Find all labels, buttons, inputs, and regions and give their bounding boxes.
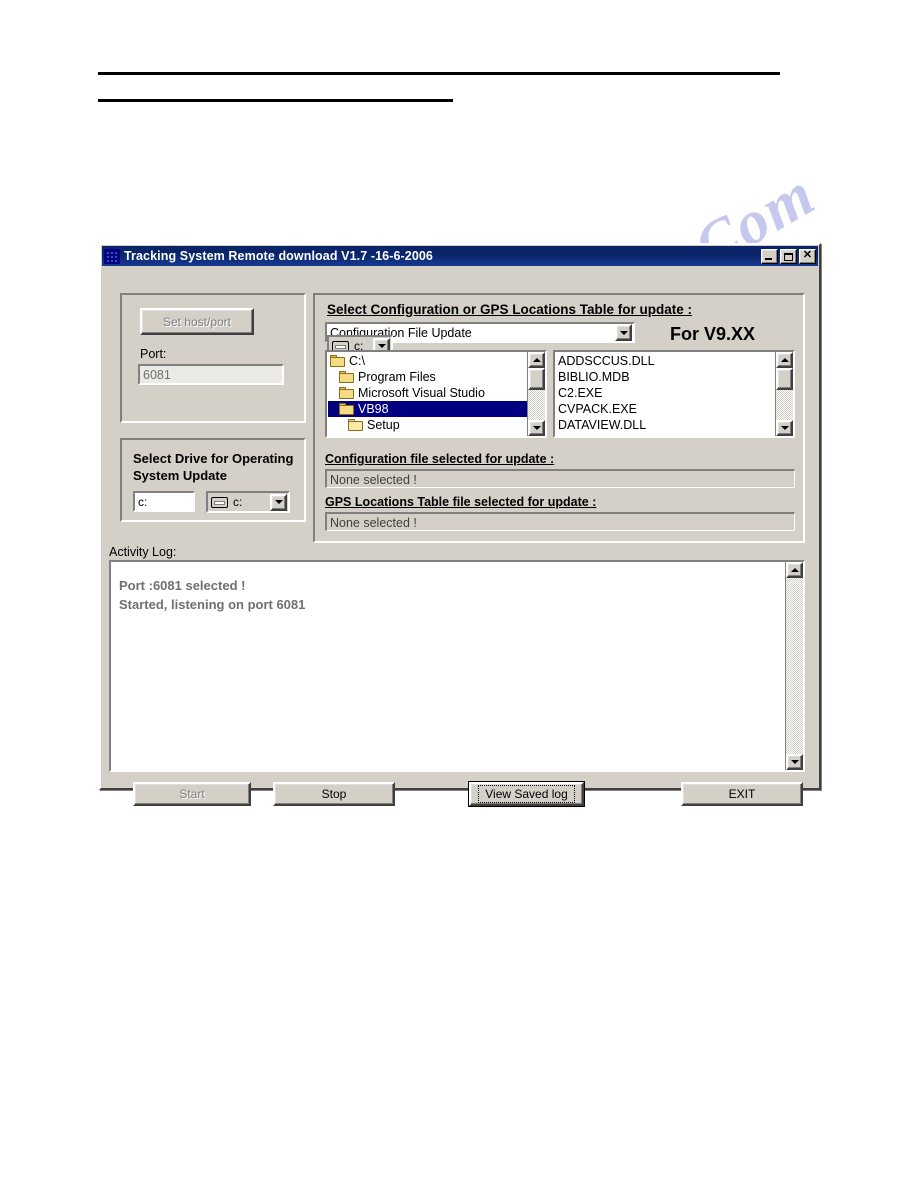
directory-list-item[interactable]: VB98 [328, 401, 527, 417]
folder-open-icon [330, 355, 346, 367]
activity-log-line: Port :6081 selected ! [119, 578, 246, 593]
window-title: Tracking System Remote download V1.7 -16… [124, 249, 433, 263]
directory-list-item[interactable]: Microsoft Visual Studio [328, 385, 527, 401]
scroll-up-icon[interactable] [528, 352, 545, 368]
drive-combo-value: c: [233, 495, 243, 509]
directory-list-item-label: Program Files [358, 370, 436, 384]
directory-list-item-label: Setup [367, 418, 400, 432]
minimize-icon[interactable] [761, 248, 778, 264]
port-label: Port: [140, 347, 167, 361]
directory-list-item[interactable]: Setup [328, 417, 527, 433]
config-selected-label: Configuration file selected for update : [325, 452, 555, 466]
scroll-down-icon[interactable] [786, 754, 803, 770]
file-list-item[interactable]: BIBLIO.MDB [556, 369, 775, 385]
gps-selected-label: GPS Locations Table file selected for up… [325, 495, 597, 509]
folder-open-icon [339, 403, 355, 415]
scroll-up-icon[interactable] [776, 352, 793, 368]
view-saved-log-label: View Saved log [478, 785, 575, 803]
window-client-area: Set host/port Port: 6081 Select Drive fo… [103, 268, 817, 807]
maximize-icon[interactable] [780, 248, 797, 264]
file-list-items: ADDSCCUS.DLL BIBLIO.MDB C2.EXE CVPACK.EXE DA… [555, 352, 775, 436]
activity-log-line: Started, listening on port 6081 [119, 597, 306, 612]
port-input[interactable]: 6081 [138, 364, 284, 385]
activity-log-text: Port :6081 selected ! Started, listening … [111, 562, 785, 770]
start-button[interactable]: Start [133, 782, 251, 806]
folder-open-icon [339, 371, 355, 383]
chevron-down-icon[interactable] [270, 493, 287, 511]
scroll-down-icon[interactable] [776, 420, 793, 436]
arrow-down-glyph [619, 330, 628, 335]
window-controls: ✕ [761, 248, 816, 264]
application-window: Tracking System Remote download V1.7 -16… [99, 243, 821, 807]
arrow-up-glyph [780, 358, 789, 362]
file-list-item[interactable]: DATAVIEW.DLL [556, 417, 775, 433]
arrow-down-glyph [274, 500, 283, 504]
scroll-thumb[interactable] [528, 368, 545, 390]
activity-log-panel[interactable]: Port :6081 selected ! Started, listening … [109, 560, 805, 772]
scroll-down-icon[interactable] [528, 420, 545, 436]
file-listbox[interactable]: ADDSCCUS.DLL BIBLIO.MDB C2.EXE CVPACK.EXE DA… [553, 350, 795, 438]
config-selected-value: None selected ! [325, 469, 795, 488]
directory-list-item-label: VB98 [358, 402, 389, 416]
file-scrollbar[interactable] [775, 352, 793, 436]
close-glyph: ✕ [802, 249, 813, 261]
drive-text-input[interactable]: c: [133, 491, 195, 512]
gps-selected-value: None selected ! [325, 512, 795, 531]
page-rule-second [98, 99, 453, 102]
drive-combo-os-update[interactable]: c: [206, 491, 290, 513]
scroll-track[interactable] [528, 368, 545, 420]
app-grid-icon [104, 248, 120, 264]
directory-list-item[interactable]: Program Files [328, 369, 527, 385]
exit-button[interactable]: EXIT [681, 782, 803, 806]
activity-log-scrollbar[interactable] [785, 562, 803, 770]
folder-open-icon [339, 387, 355, 399]
directory-scrollbar[interactable] [527, 352, 545, 436]
version-label: For V9.XX [670, 324, 756, 344]
arrow-down-glyph [377, 344, 386, 348]
title-bar[interactable]: Tracking System Remote download V1.7 -16… [102, 246, 818, 266]
select-drive-title: Select Drive for Operating System Update [133, 451, 294, 483]
scroll-track[interactable] [786, 578, 803, 754]
scroll-up-icon[interactable] [786, 562, 803, 578]
stop-button[interactable]: Stop [273, 782, 395, 806]
view-saved-log-button[interactable]: View Saved log [468, 781, 585, 807]
select-drive-group: Select Drive for Operating System Update… [120, 438, 306, 522]
arrow-up-glyph [532, 358, 541, 362]
set-host-port-button[interactable]: Set host/port [140, 308, 254, 335]
scroll-track[interactable] [776, 368, 793, 420]
select-configuration-group: Select Configuration or GPS Locations Ta… [313, 293, 805, 543]
drive-icon [211, 496, 228, 508]
activity-log-label: Activity Log: [109, 545, 177, 559]
arrow-up-glyph [790, 568, 799, 572]
directory-listbox[interactable]: C:\ Program Files Microsoft Visual Studio V… [325, 350, 547, 438]
scroll-thumb[interactable] [776, 368, 793, 390]
page-rule-top [98, 72, 780, 75]
directory-list-item[interactable]: C:\ [328, 353, 527, 369]
folder-closed-icon [348, 419, 364, 431]
file-list-item[interactable]: CVPACK.EXE [556, 401, 775, 417]
file-list-item[interactable]: ADDSCCUS.DLL [556, 353, 775, 369]
chevron-down-icon[interactable] [615, 324, 632, 341]
arrow-down-glyph [532, 426, 541, 430]
directory-list-items: C:\ Program Files Microsoft Visual Studio V… [327, 352, 527, 436]
select-configuration-title: Select Configuration or GPS Locations Ta… [327, 302, 693, 317]
file-list-item[interactable]: INSTALL.HTM [556, 433, 775, 436]
directory-list-item-label: C:\ [349, 354, 365, 368]
arrow-down-glyph [790, 760, 799, 764]
host-port-group: Set host/port Port: 6081 [120, 293, 306, 423]
directory-list-item-label: Microsoft Visual Studio [358, 386, 485, 400]
file-list-item[interactable]: C2.EXE [556, 385, 775, 401]
arrow-down-glyph [780, 426, 789, 430]
close-icon[interactable]: ✕ [799, 248, 816, 264]
